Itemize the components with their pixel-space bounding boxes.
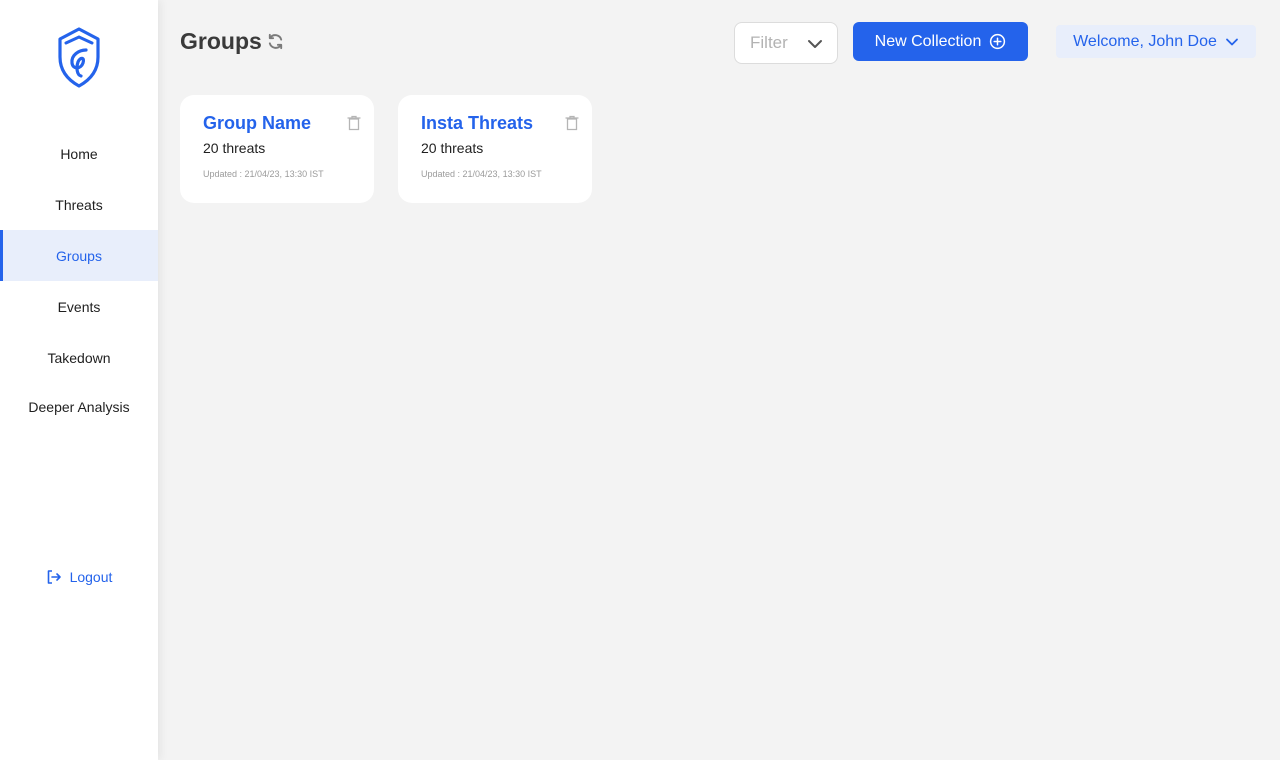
chevron-down-icon	[1225, 38, 1238, 45]
plus-circle-icon	[990, 33, 1006, 50]
group-card-count: 20 threats	[421, 140, 484, 156]
sidebar-item-threats[interactable]: Threats	[0, 179, 158, 230]
sidebar-item-label: Threats	[55, 196, 103, 213]
refresh-icon[interactable]	[266, 32, 285, 51]
new-collection-button[interactable]: New Collection	[853, 22, 1028, 61]
filter-placeholder: Filter	[750, 33, 788, 52]
welcome-label: Welcome, John Doe	[1073, 32, 1217, 50]
sidebar-item-events[interactable]: Events	[0, 281, 158, 332]
group-card[interactable]: Group Name 20 threats Updated : 21/04/23…	[180, 95, 374, 203]
group-card-title: Insta Threats	[421, 113, 534, 133]
logout-label: Logout	[69, 569, 113, 585]
group-card-updated: Updated : 21/04/23, 13:30 IST	[203, 169, 324, 179]
group-card-count: 20 threats	[203, 140, 266, 156]
app-root: Home Threats Groups Events Takedown Deep…	[0, 0, 1280, 760]
page-title: Groups	[180, 28, 262, 54]
chevron-down-icon	[808, 40, 822, 48]
sidebar-item-label: Home	[60, 145, 98, 162]
filter-dropdown[interactable]: Filter	[734, 22, 838, 64]
sidebar-item-deeper-analysis[interactable]: Deeper Analysis	[0, 381, 158, 432]
trash-icon[interactable]	[347, 115, 361, 131]
user-menu-button[interactable]: Welcome, John Doe	[1056, 25, 1256, 58]
sidebar-item-home[interactable]: Home	[0, 128, 158, 179]
sidebar-item-groups[interactable]: Groups	[0, 230, 158, 281]
sidebar: Home Threats Groups Events Takedown Deep…	[0, 0, 158, 760]
logout-icon	[47, 570, 61, 584]
new-collection-label: New Collection	[874, 32, 982, 50]
group-card-title: Group Name	[203, 113, 312, 133]
sidebar-item-label: Deeper Analysis	[28, 398, 130, 415]
sidebar-item-label: Groups	[56, 247, 102, 264]
sidebar-item-takedown[interactable]: Takedown	[0, 332, 158, 383]
trash-icon[interactable]	[565, 115, 579, 131]
group-card[interactable]: Insta Threats 20 threats Updated : 21/04…	[398, 95, 592, 203]
logout-button[interactable]: Logout	[0, 563, 158, 591]
sidebar-item-label: Events	[57, 298, 101, 315]
group-card-updated: Updated : 21/04/23, 13:30 IST	[421, 169, 542, 179]
shield-logo-icon[interactable]	[55, 26, 103, 90]
sidebar-item-label: Takedown	[47, 349, 111, 366]
